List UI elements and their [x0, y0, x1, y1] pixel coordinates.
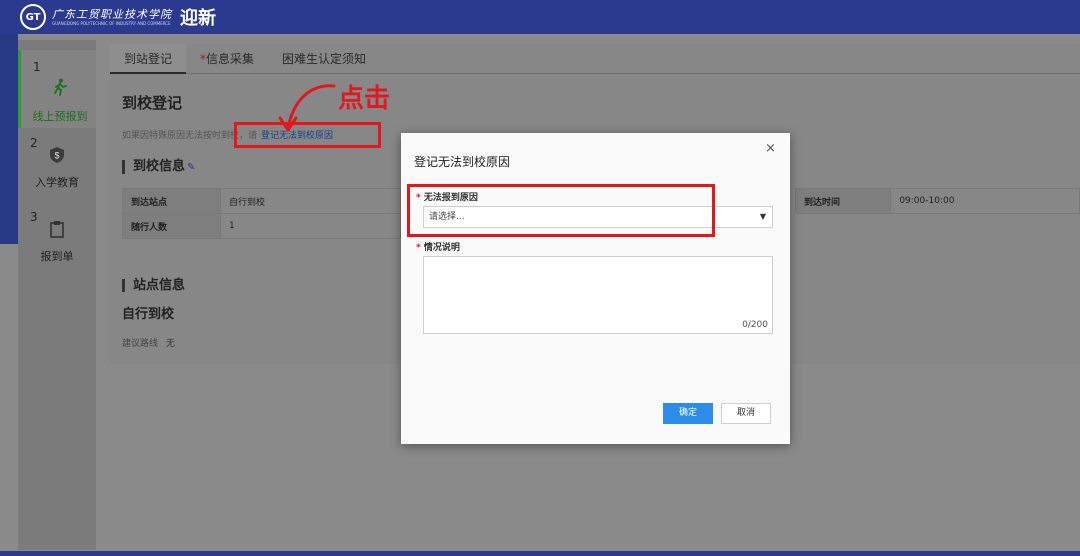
svg-text:$: $: [54, 151, 59, 161]
route-value: 无: [166, 339, 176, 349]
absence-reason-dialog: 登记无法到校原因 × * 无法报到原因 请选择... ▼ * 情况说明 0/20…: [401, 133, 790, 444]
tab-label: 困难生认定须知: [282, 52, 367, 66]
step-sidebar: 1 线上预报到 2 $ 入学教育 3 报到单: [18, 40, 96, 550]
route-line: 建议路线无: [122, 336, 175, 349]
logo-seal-text: GT: [25, 11, 41, 23]
annotation-arrow-icon: [278, 84, 336, 132]
left-accent-stripe: [0, 34, 18, 244]
step-label: 入学教育: [35, 176, 79, 189]
table-row: 随行人数 1: [122, 213, 401, 239]
walking-person-icon: [21, 78, 99, 100]
arrival-info-table: 到达站点 自行到校 随行人数 1: [122, 188, 401, 239]
description-label: * 情况说明: [416, 240, 460, 253]
table-row: 到达时间 09:00-10:00: [794, 188, 1080, 214]
cancel-button[interactable]: 取消: [721, 403, 771, 424]
table-value: 09:00-10:00: [890, 188, 1080, 214]
close-icon[interactable]: ×: [765, 141, 776, 156]
school-name-cn: 广东工贸职业技术学院: [52, 7, 172, 21]
annotation-highlight-reason: [407, 184, 715, 237]
table-key: 到达时间: [794, 188, 892, 214]
dialog-title: 登记无法到校原因: [414, 155, 511, 169]
station-name: 自行到校: [122, 307, 175, 322]
bottom-edge-bar: [0, 551, 1080, 556]
tab-arrival-registration[interactable]: 到站登记: [110, 44, 187, 74]
sidebar-step-orientation[interactable]: 2 $ 入学教育: [18, 132, 96, 210]
sidebar-step-online-registration[interactable]: 1 线上预报到: [18, 50, 96, 128]
table-key: 随行人数: [122, 213, 221, 239]
annotation-click-text: 点击: [338, 84, 391, 114]
school-name-en: GUANGDONG POLYTECHNIC OF INDUSTRY AND CO…: [52, 20, 171, 26]
description-textarea[interactable]: 0/200: [423, 256, 773, 334]
shield-dollar-icon: $: [18, 146, 96, 168]
section-label: 站点信息: [133, 278, 186, 293]
app-title: 迎新: [180, 8, 216, 29]
table-key: 到达站点: [122, 188, 221, 214]
school-logo: GT: [20, 4, 46, 30]
section-title-arrival: 到校信息 ✎: [122, 160, 195, 174]
table-value: 自行到校: [220, 188, 401, 214]
section-title-station: 站点信息: [122, 279, 185, 292]
arrival-time-table: 到达时间 09:00-10:00: [794, 188, 1080, 214]
table-value: 1: [220, 213, 401, 239]
description-label-text: 情况说明: [423, 243, 460, 253]
required-star: *: [416, 243, 421, 253]
tab-bar: 到站登记 *信息采集 困难生认定须知: [110, 44, 1080, 74]
school-name: 广东工贸职业技术学院 GUANGDONG POLYTECHNIC OF INDU…: [52, 8, 172, 27]
confirm-button[interactable]: 确定: [663, 403, 713, 424]
step-label: 线上预报到: [32, 110, 88, 123]
route-label: 建议路线: [122, 339, 159, 349]
section-label: 到校信息: [133, 159, 186, 174]
char-counter: 0/200: [742, 320, 768, 330]
sidebar-step-registration-form[interactable]: 3 报到单: [18, 206, 96, 270]
edit-pencil-icon[interactable]: ✎: [187, 162, 195, 173]
tab-info-collection[interactable]: *信息采集: [186, 44, 268, 74]
tab-label: 信息采集: [206, 52, 255, 66]
chevron-down-icon: ▼: [759, 212, 766, 221]
tab-hardship-notice[interactable]: 困难生认定须知: [268, 44, 380, 74]
top-header: GT 广东工贸职业技术学院 GUANGDONG POLYTECHNIC OF I…: [0, 0, 1080, 34]
clipboard-icon: [18, 220, 96, 242]
tab-label: 到站登记: [124, 52, 173, 66]
table-row: 到达站点 自行到校: [122, 188, 401, 214]
page-title: 到校登记: [122, 94, 183, 112]
step-number: 1: [33, 60, 41, 74]
step-label: 报到单: [40, 250, 74, 263]
